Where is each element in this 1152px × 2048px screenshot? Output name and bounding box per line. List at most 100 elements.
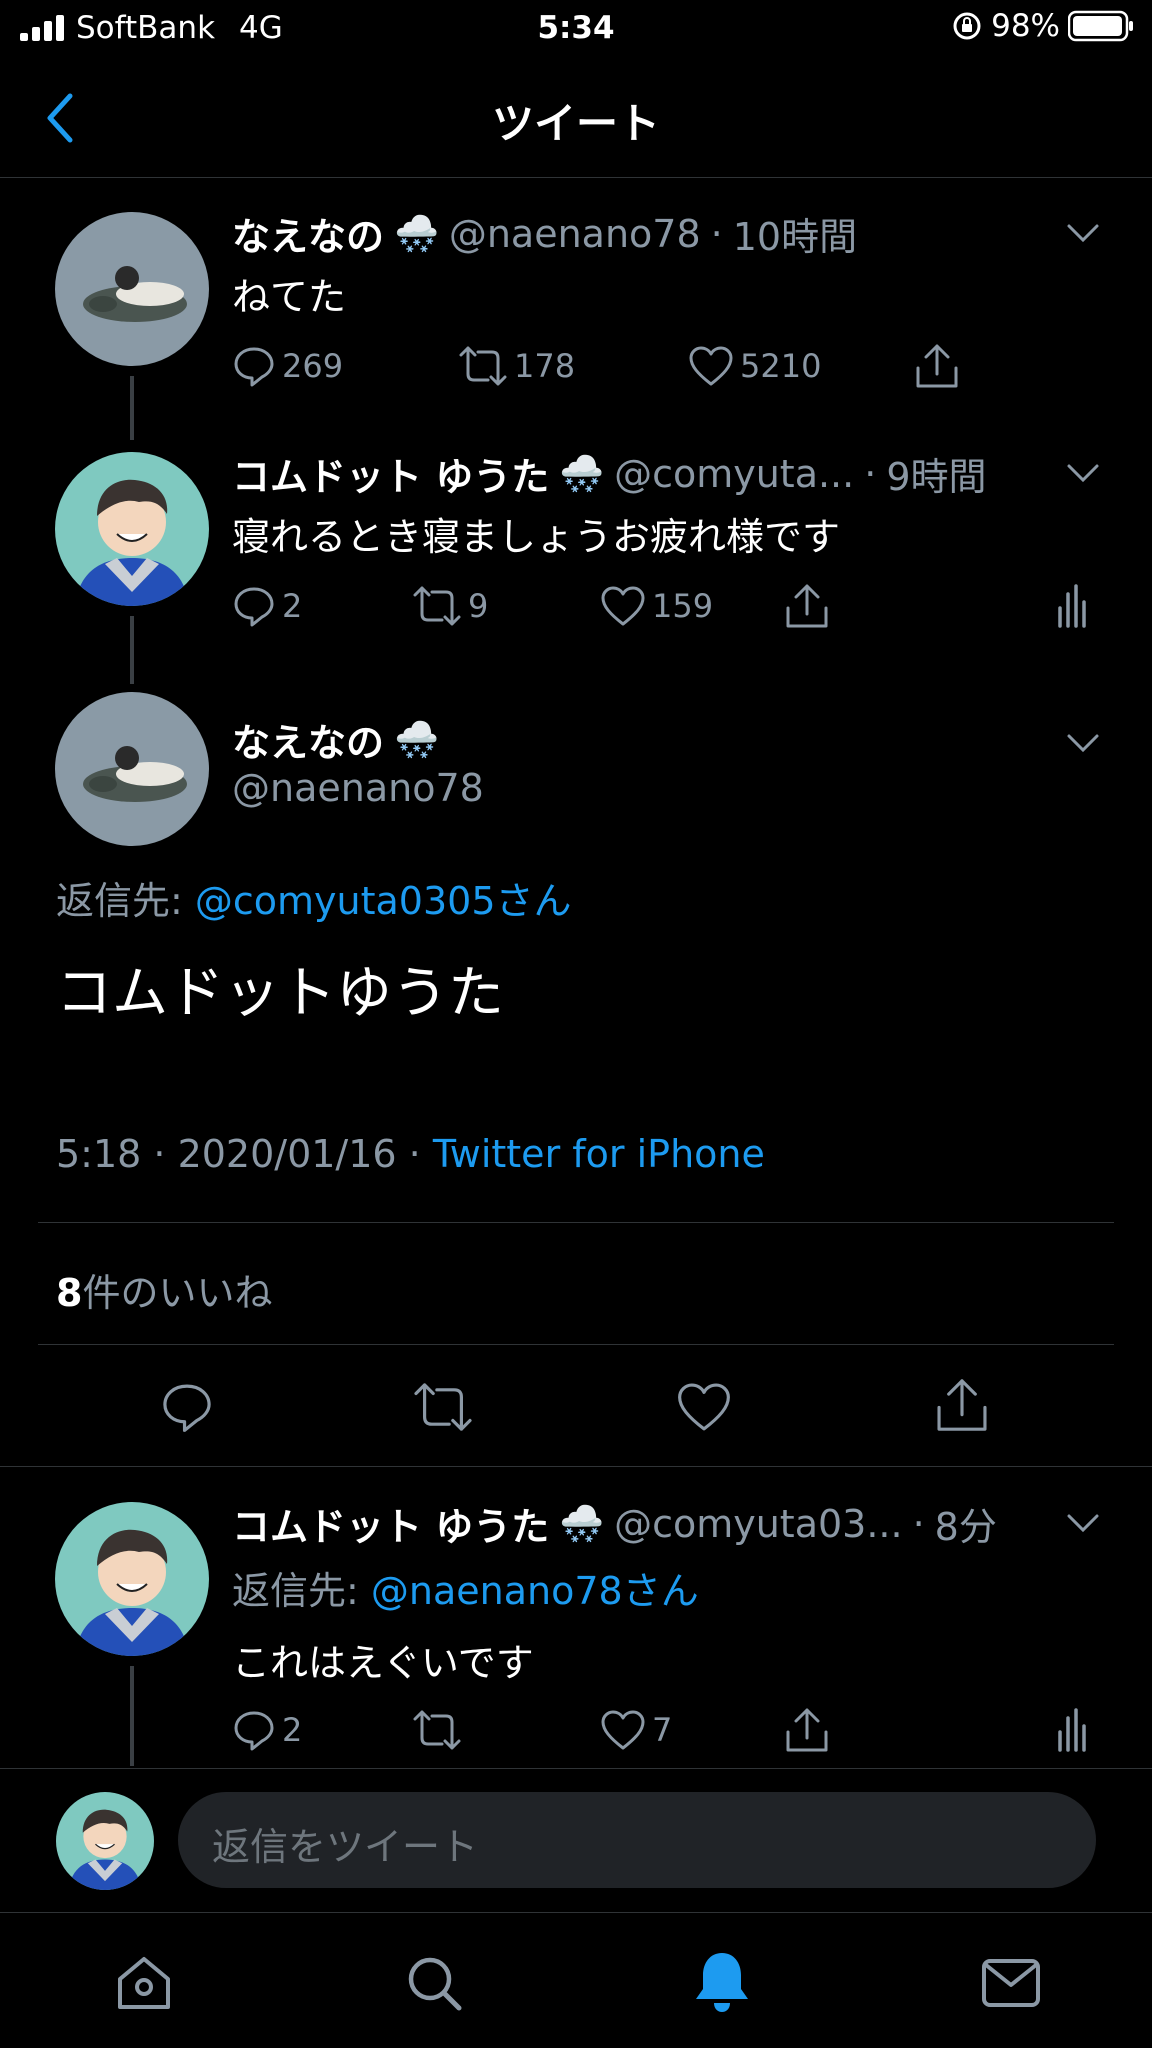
reply-input[interactable]: 返信をツイート — [178, 1792, 1096, 1888]
reply-to-label: 返信先: — [232, 1569, 371, 1613]
tweet-text: ねてた — [232, 275, 347, 319]
tweet-text: これはえぐいです — [232, 1641, 534, 1685]
thread-line — [130, 1666, 134, 1766]
like-count: 159 — [652, 587, 714, 625]
avatar-illustration — [83, 266, 187, 322]
display-name[interactable]: なえなの — [232, 206, 384, 261]
reply-to-link[interactable]: @comyuta0305さん — [195, 879, 572, 923]
like-button[interactable]: 7 — [600, 1708, 672, 1752]
chevron-down-icon[interactable] — [1066, 1512, 1100, 1534]
reply-button[interactable]: 269 — [232, 344, 343, 388]
cloud-snow-emoji-icon: 🌨️ — [559, 1503, 605, 1545]
user-handle[interactable]: @comyuta03... — [614, 1502, 903, 1546]
avatar-comyuta[interactable] — [55, 452, 209, 606]
tweet-header: コムドット ゆうた 🌨️ @comyuta... · 9時間 — [232, 446, 987, 501]
reply-to-link[interactable]: @naenano78さん — [371, 1569, 699, 1613]
avatar-illustration — [75, 1529, 189, 1656]
heart-icon — [601, 1710, 645, 1750]
battery-icon — [1068, 10, 1133, 42]
divider — [38, 1222, 1114, 1223]
share-icon[interactable] — [914, 342, 960, 390]
retweet-icon[interactable] — [412, 1380, 474, 1434]
avatar-illustration — [68, 1809, 142, 1890]
reply-icon[interactable] — [160, 1380, 214, 1434]
home-icon[interactable] — [114, 1953, 174, 2013]
user-handle[interactable]: @naenano78 — [449, 212, 701, 256]
analytics-icon[interactable] — [1054, 582, 1090, 630]
tweet-timestamp: 5:18 · 2020/01/16 · — [56, 1132, 433, 1176]
chevron-down-icon[interactable] — [1066, 462, 1100, 484]
main-tweet-name-row: なえなの 🌨️ — [232, 712, 439, 767]
cloud-snow-emoji-icon: 🌨️ — [394, 719, 439, 761]
likes-summary[interactable]: 8件のいいね — [56, 1262, 272, 1317]
tweet-header: なえなの 🌨️ @naenano78 · 10時間 — [232, 206, 857, 261]
heart-icon — [601, 586, 645, 626]
chevron-down-icon[interactable] — [1066, 222, 1100, 244]
reply-button[interactable]: 2 — [232, 584, 302, 628]
notifications-icon[interactable] — [692, 1949, 752, 2015]
reply-to-label: 返信先: — [56, 879, 195, 923]
retweet-icon — [459, 346, 507, 386]
avatar-illustration — [83, 746, 187, 802]
like-button[interactable]: 159 — [600, 584, 713, 628]
user-handle[interactable]: @comyuta... — [614, 452, 854, 496]
share-icon[interactable] — [934, 1376, 990, 1434]
heart-icon[interactable] — [676, 1380, 732, 1434]
share-icon[interactable] — [784, 1706, 830, 1754]
tab-bar — [0, 1912, 1152, 2048]
status-bar: SoftBank 4G 5:34 98% — [0, 0, 1152, 58]
messages-icon[interactable] — [980, 1957, 1042, 2009]
divider — [0, 1768, 1152, 1769]
tweet-source-link[interactable]: Twitter for iPhone — [433, 1132, 765, 1176]
display-name[interactable]: コムドット ゆうた — [232, 446, 549, 501]
like-count: 7 — [652, 1711, 673, 1749]
cloud-snow-emoji-icon: 🌨️ — [394, 213, 439, 255]
avatar-comyuta[interactable] — [55, 1502, 209, 1656]
reply-count: 269 — [282, 347, 344, 385]
separator-dot: · — [710, 211, 723, 256]
divider — [38, 1344, 1114, 1345]
separator-dot: · — [912, 1501, 925, 1546]
page-title: ツイート — [491, 99, 660, 148]
analytics-icon[interactable] — [1054, 1706, 1090, 1754]
reply-button[interactable]: 2 — [232, 1708, 302, 1752]
like-button[interactable]: 5210 — [688, 344, 821, 388]
main-tweet-text: コムドットゆうた — [56, 961, 504, 1026]
battery-percent: 98% — [991, 8, 1060, 44]
retweet-icon — [413, 586, 461, 626]
nav-header: ツイート — [0, 58, 1152, 178]
search-icon[interactable] — [404, 1953, 464, 2013]
current-user-avatar[interactable] — [56, 1792, 154, 1890]
user-handle[interactable]: @naenano78 — [232, 766, 484, 810]
chevron-down-icon[interactable] — [1066, 732, 1100, 754]
retweet-button[interactable]: 9 — [412, 584, 488, 628]
retweet-button[interactable]: 178 — [458, 344, 575, 388]
tweet-time: 8分 — [934, 1505, 997, 1549]
tweet-meta: 5:18 · 2020/01/16 · Twitter for iPhone — [56, 1132, 765, 1176]
thread-line — [130, 376, 134, 440]
retweet-icon[interactable] — [412, 1708, 462, 1752]
display-name[interactable]: コムドット ゆうた — [232, 1496, 549, 1551]
avatar-naenano[interactable] — [55, 692, 209, 846]
reply-to-line: 返信先: @naenano78さん — [232, 1560, 699, 1615]
reply-icon — [234, 1711, 274, 1751]
tweet-time: 9時間 — [886, 455, 987, 499]
tweet-header: コムドット ゆうた 🌨️ @comyuta03... · 8分 — [232, 1496, 997, 1551]
reply-count: 2 — [282, 587, 303, 625]
reply-to-line: 返信先: @comyuta0305さん — [56, 870, 572, 925]
tweet-text: 寝れるとき寝ましょうお疲れ様です — [232, 515, 841, 559]
reply-icon — [234, 347, 274, 387]
retweet-count: 9 — [468, 587, 489, 625]
tweet-time: 10時間 — [732, 215, 858, 259]
display-name[interactable]: なえなの — [232, 712, 384, 767]
share-icon[interactable] — [784, 582, 830, 630]
heart-icon — [689, 346, 733, 386]
likes-label: 件のいいね — [82, 1271, 273, 1315]
likes-count: 8 — [56, 1271, 83, 1315]
orientation-lock-icon — [953, 12, 981, 40]
separator-dot: · — [864, 451, 877, 496]
thread-line — [130, 616, 134, 684]
divider — [0, 1466, 1152, 1467]
avatar-naenano[interactable] — [55, 212, 209, 366]
avatar-illustration — [75, 479, 189, 606]
